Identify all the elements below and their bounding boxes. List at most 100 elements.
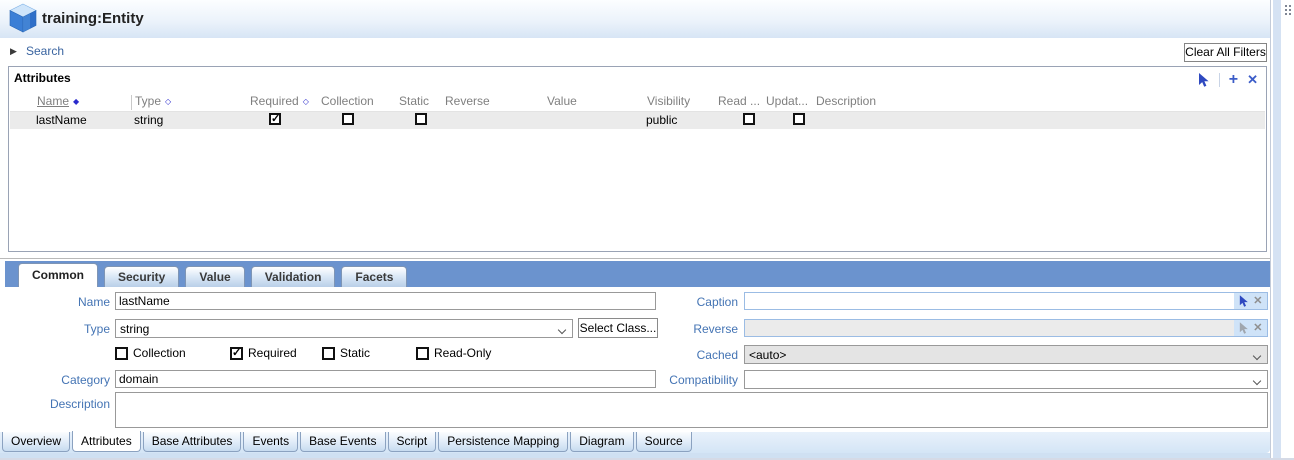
- cell-collection-checkbox[interactable]: [342, 113, 354, 125]
- cell-required-checkbox[interactable]: [269, 113, 281, 125]
- sort-asc-icon: ◆: [73, 97, 79, 106]
- readonly-checkbox-field[interactable]: Read-Only: [416, 346, 491, 360]
- side-panel-splitter[interactable]: [1273, 0, 1281, 458]
- column-header-required[interactable]: Required◇: [250, 94, 309, 108]
- collection-checkbox[interactable]: [115, 347, 128, 360]
- toolbar-separator: [1219, 73, 1220, 87]
- category-label: Category: [18, 373, 110, 387]
- reverse-label: Reverse: [646, 322, 738, 336]
- tab-value[interactable]: Value: [185, 266, 244, 287]
- attributes-panel: Attributes + ✕ Name◆ Type◇ Required◇ Col…: [8, 66, 1267, 252]
- collection-checkbox-label: Collection: [133, 346, 186, 360]
- clear-all-filters-button[interactable]: Clear All Filters: [1184, 43, 1267, 62]
- compatibility-label: Compatibility: [646, 373, 738, 387]
- common-tab-form: Name Type string Select Class... Collect…: [5, 287, 1270, 432]
- collection-checkbox-field[interactable]: Collection: [115, 346, 186, 360]
- chevron-down-icon: [558, 326, 566, 334]
- cell-name[interactable]: lastName: [36, 113, 87, 127]
- reverse-picker-buttons: ✕: [1234, 320, 1267, 336]
- document-tab-bar: Overview Attributes Base Attributes Even…: [0, 432, 1270, 453]
- tab-common[interactable]: Common: [18, 263, 98, 287]
- tab-security[interactable]: Security: [104, 266, 179, 287]
- column-header-value[interactable]: Value: [547, 94, 577, 108]
- attributes-grid-header: Name◆ Type◇ Required◇ Collection Static …: [10, 94, 1265, 111]
- description-label: Description: [18, 397, 110, 411]
- name-label: Name: [18, 295, 110, 309]
- cell-visibility[interactable]: public: [646, 113, 677, 127]
- delete-attribute-icon[interactable]: ✕: [1247, 73, 1258, 87]
- column-header-visibility[interactable]: Visibility: [647, 94, 690, 108]
- column-header-updatable[interactable]: Updat...: [766, 94, 808, 108]
- cached-label: Cached: [646, 348, 738, 362]
- readonly-checkbox[interactable]: [416, 347, 429, 360]
- bottom-tab-overview[interactable]: Overview: [2, 432, 70, 452]
- content-right-edge: [1270, 0, 1271, 458]
- page-title: training:Entity: [42, 10, 144, 27]
- category-input[interactable]: [115, 370, 656, 388]
- entity-editor-window: training:Entity ▶ Search Clear All Filte…: [0, 0, 1294, 460]
- bottom-tab-attributes[interactable]: Attributes: [72, 431, 141, 452]
- required-checkbox[interactable]: [230, 347, 243, 360]
- tab-facets[interactable]: Facets: [341, 266, 407, 287]
- bottom-tab-script[interactable]: Script: [388, 432, 437, 452]
- column-header-description[interactable]: Description: [816, 94, 876, 108]
- bottom-tab-diagram[interactable]: Diagram: [570, 432, 633, 452]
- column-header-name[interactable]: Name◆: [37, 94, 79, 108]
- search-section: ▶ Search Clear All Filters: [0, 38, 1270, 64]
- compatibility-combobox[interactable]: [744, 370, 1268, 389]
- sort-none-icon: ◇: [303, 97, 309, 106]
- cell-readonly-checkbox[interactable]: [743, 113, 755, 125]
- clear-reverse-icon-disabled: ✕: [1253, 323, 1262, 334]
- chevron-down-icon: [1253, 377, 1261, 385]
- cell-static-checkbox[interactable]: [415, 113, 427, 125]
- entity-cube-icon: [8, 3, 38, 34]
- column-header-collection[interactable]: Collection: [321, 94, 374, 108]
- column-separator[interactable]: [131, 95, 132, 110]
- sort-none-icon: ◇: [165, 97, 171, 106]
- caption-picker-buttons: ✕: [1234, 293, 1267, 309]
- readonly-checkbox-label: Read-Only: [434, 346, 491, 360]
- attributes-toolbar: + ✕: [1198, 72, 1258, 88]
- add-attribute-icon[interactable]: +: [1229, 73, 1238, 87]
- pick-pointer-icon[interactable]: [1239, 295, 1249, 308]
- cached-combobox[interactable]: <auto>: [744, 345, 1268, 364]
- reverse-picker-field: ✕: [744, 319, 1268, 337]
- caption-label: Caption: [646, 295, 738, 309]
- attribute-row-lastname[interactable]: lastName string public: [10, 112, 1265, 129]
- bottom-tab-base-events[interactable]: Base Events: [300, 432, 385, 452]
- type-value: string: [120, 322, 149, 336]
- static-checkbox-field[interactable]: Static: [322, 346, 370, 360]
- search-expander-icon[interactable]: ▶: [10, 46, 17, 57]
- header: training:Entity: [0, 0, 1270, 38]
- cell-updatable-checkbox[interactable]: [793, 113, 805, 125]
- attributes-panel-title: Attributes: [14, 71, 71, 85]
- name-input[interactable]: [115, 292, 656, 310]
- detail-tab-strip: Common Security Value Validation Facets: [5, 261, 1270, 287]
- bottom-tab-persistence-mapping[interactable]: Persistence Mapping: [438, 432, 568, 452]
- required-checkbox-field[interactable]: Required: [230, 346, 297, 360]
- column-header-type[interactable]: Type◇: [135, 94, 171, 108]
- column-header-static[interactable]: Static: [399, 94, 429, 108]
- pane-divider: [0, 258, 1270, 259]
- cached-value: <auto>: [749, 348, 786, 362]
- static-checkbox[interactable]: [322, 347, 335, 360]
- splitter-grip-handle[interactable]: [1285, 5, 1291, 15]
- select-pointer-icon[interactable]: [1198, 73, 1210, 88]
- column-header-reverse[interactable]: Reverse: [445, 94, 490, 108]
- column-header-read[interactable]: Read ...: [718, 94, 760, 108]
- cell-type[interactable]: string: [134, 113, 163, 127]
- type-combobox[interactable]: string: [115, 319, 573, 338]
- description-textarea[interactable]: [115, 392, 1268, 428]
- search-toggle[interactable]: Search: [26, 44, 64, 58]
- static-checkbox-label: Static: [340, 346, 370, 360]
- caption-picker-field[interactable]: ✕: [744, 292, 1268, 310]
- bottom-tab-base-attributes[interactable]: Base Attributes: [143, 432, 242, 452]
- tab-validation[interactable]: Validation: [251, 266, 336, 287]
- clear-caption-icon[interactable]: ✕: [1253, 296, 1262, 307]
- required-checkbox-label: Required: [248, 346, 297, 360]
- bottom-tab-source[interactable]: Source: [636, 432, 692, 452]
- bottom-tab-events[interactable]: Events: [243, 432, 298, 452]
- type-label: Type: [18, 322, 110, 336]
- pick-pointer-icon-disabled: [1239, 322, 1249, 335]
- chevron-down-icon: [1253, 352, 1261, 360]
